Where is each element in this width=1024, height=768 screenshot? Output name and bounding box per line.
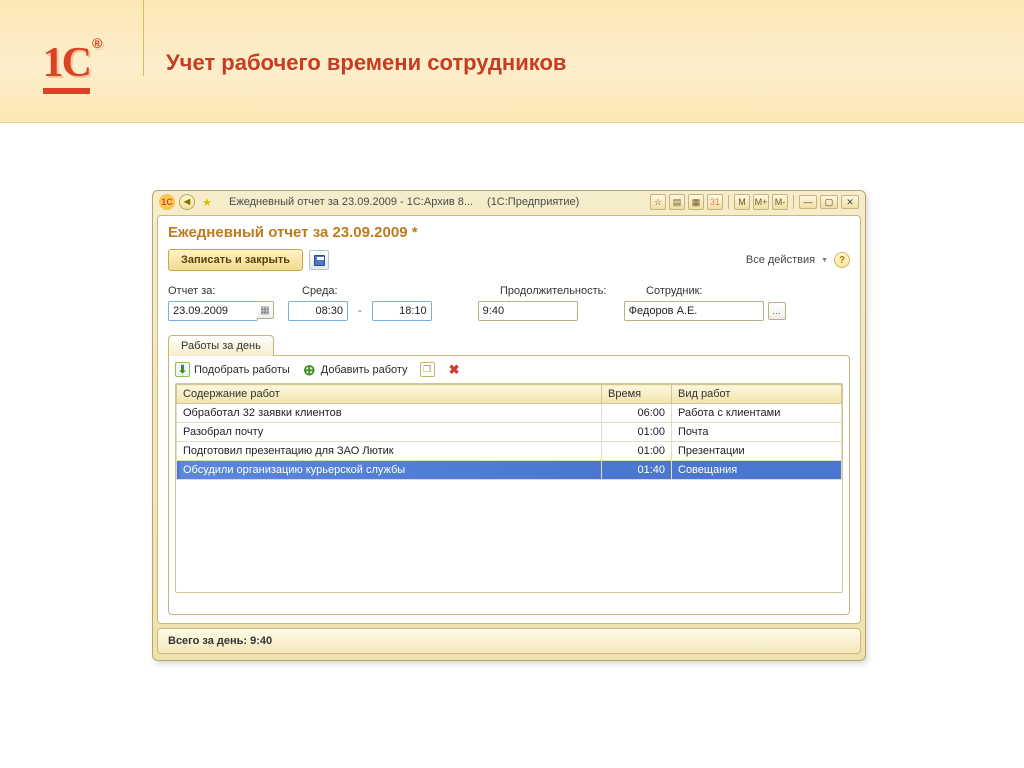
- cell-time: 01:00: [602, 442, 672, 461]
- disk-icon: [314, 255, 325, 266]
- memory-mminus-button[interactable]: M-: [772, 194, 788, 210]
- minimize-button[interactable]: —: [799, 195, 817, 209]
- cell-content: Обсудили организацию курьерской службы: [177, 461, 602, 480]
- cell-kind: Почта: [672, 423, 842, 442]
- pick-works-label: Подобрать работы: [194, 364, 290, 376]
- pick-icon: ⬇: [175, 362, 190, 377]
- date-picker-icon[interactable]: ▦: [257, 301, 274, 319]
- table-row[interactable]: Обработал 32 заявки клиентов 06:00 Работ…: [177, 404, 842, 423]
- start-time-input[interactable]: 08:30: [288, 301, 348, 321]
- label-report-for: Отчет за:: [168, 285, 284, 297]
- memory-mplus-button[interactable]: M+: [753, 194, 769, 210]
- delete-row-button[interactable]: ✖: [447, 362, 462, 377]
- document-body: Ежедневный отчет за 23.09.2009 * Записат…: [157, 215, 861, 624]
- col-content[interactable]: Содержание работ: [177, 385, 602, 404]
- cell-time: 06:00: [602, 404, 672, 423]
- table-header-row: Содержание работ Время Вид работ: [177, 385, 842, 404]
- help-icon[interactable]: ?: [834, 252, 850, 268]
- label-duration: Продолжительность:: [500, 285, 628, 297]
- app-icon: 1C: [159, 194, 175, 210]
- date-input[interactable]: 23.09.2009: [168, 301, 258, 321]
- field-inputs: 23.09.2009 ▦ 08:30 - 18:10 9:40 Федоров …: [168, 301, 850, 321]
- maximize-button[interactable]: ▢: [820, 195, 838, 209]
- app-window: 1C ◄ ★ Ежедневный отчет за 23.09.2009 - …: [152, 190, 866, 661]
- copy-row-button[interactable]: ❐: [420, 362, 435, 377]
- label-weekday: Среда:: [302, 285, 482, 297]
- save-button[interactable]: [309, 250, 329, 270]
- memory-m-button[interactable]: M: [734, 194, 750, 210]
- cell-kind: Совещания: [672, 461, 842, 480]
- cell-time: 01:40: [602, 461, 672, 480]
- plus-icon: ⊕: [302, 362, 317, 377]
- calendar-icon[interactable]: 31: [707, 194, 723, 210]
- document-title: Ежедневный отчет за 23.09.2009 *: [168, 224, 850, 241]
- back-button[interactable]: ◄: [179, 194, 195, 210]
- favorite-icon[interactable]: ★: [199, 194, 215, 210]
- col-time[interactable]: Время: [602, 385, 672, 404]
- cell-content: Обработал 32 заявки клиентов: [177, 404, 602, 423]
- chevron-down-icon: ▼: [821, 257, 828, 264]
- all-actions-link[interactable]: Все действия: [746, 254, 815, 266]
- action-row: Записать и закрыть Все действия ▼ ?: [168, 249, 850, 271]
- document-footer: Всего за день: 9:40: [157, 628, 861, 654]
- cell-kind: Работа с клиентами: [672, 404, 842, 423]
- tab-work-per-day[interactable]: Работы за день: [168, 335, 274, 356]
- window-titlebar: 1C ◄ ★ Ежедневный отчет за 23.09.2009 - …: [153, 191, 865, 213]
- tabstrip: Работы за день ⬇ Подобрать работы ⊕ Доба…: [168, 335, 850, 615]
- slide-header: 1C® Учет рабочего времени сотрудников: [0, 0, 1024, 123]
- add-work-label: Добавить работу: [321, 364, 408, 376]
- logo-1c: 1C®: [0, 0, 143, 122]
- window-title-right: (1С:Предприятие): [487, 196, 579, 208]
- duration-input[interactable]: 9:40: [478, 301, 578, 321]
- calculator-icon[interactable]: ▦: [688, 194, 704, 210]
- table-row-selected[interactable]: Обсудили организацию курьерской службы 0…: [177, 461, 842, 480]
- table-row[interactable]: Подготовил презентацию для ЗАО Лютик 01:…: [177, 442, 842, 461]
- pick-works-button[interactable]: ⬇ Подобрать работы: [175, 362, 290, 377]
- tab-toolbar: ⬇ Подобрать работы ⊕ Добавить работу ❐ ✖: [175, 362, 843, 377]
- tool-btn-1[interactable]: ☆: [650, 194, 666, 210]
- cell-content: Подготовил презентацию для ЗАО Лютик: [177, 442, 602, 461]
- slide-title-box: Учет рабочего времени сотрудников: [143, 0, 566, 76]
- employee-lookup-icon[interactable]: …: [768, 302, 786, 320]
- cell-kind: Презентации: [672, 442, 842, 461]
- cell-content: Разобрал почту: [177, 423, 602, 442]
- close-button[interactable]: ✕: [841, 195, 859, 209]
- save-close-button[interactable]: Записать и закрыть: [168, 249, 303, 271]
- cell-time: 01:00: [602, 423, 672, 442]
- field-labels: Отчет за: Среда: Продолжительность: Сотр…: [168, 285, 850, 297]
- tab-panel: ⬇ Подобрать работы ⊕ Добавить работу ❐ ✖: [168, 355, 850, 615]
- window-title-left: Ежедневный отчет за 23.09.2009 - 1С:Архи…: [229, 196, 473, 208]
- works-grid: Содержание работ Время Вид работ Обработ…: [175, 383, 843, 593]
- table-row[interactable]: Разобрал почту 01:00 Почта: [177, 423, 842, 442]
- label-employee: Сотрудник:: [646, 285, 703, 297]
- employee-input[interactable]: Федоров А.Е.: [624, 301, 764, 321]
- tool-btn-2[interactable]: ▤: [669, 194, 685, 210]
- end-time-input[interactable]: 18:10: [372, 301, 432, 321]
- col-kind[interactable]: Вид работ: [672, 385, 842, 404]
- slide-title: Учет рабочего времени сотрудников: [166, 50, 566, 76]
- time-dash: -: [358, 305, 362, 317]
- add-work-button[interactable]: ⊕ Добавить работу: [302, 362, 408, 377]
